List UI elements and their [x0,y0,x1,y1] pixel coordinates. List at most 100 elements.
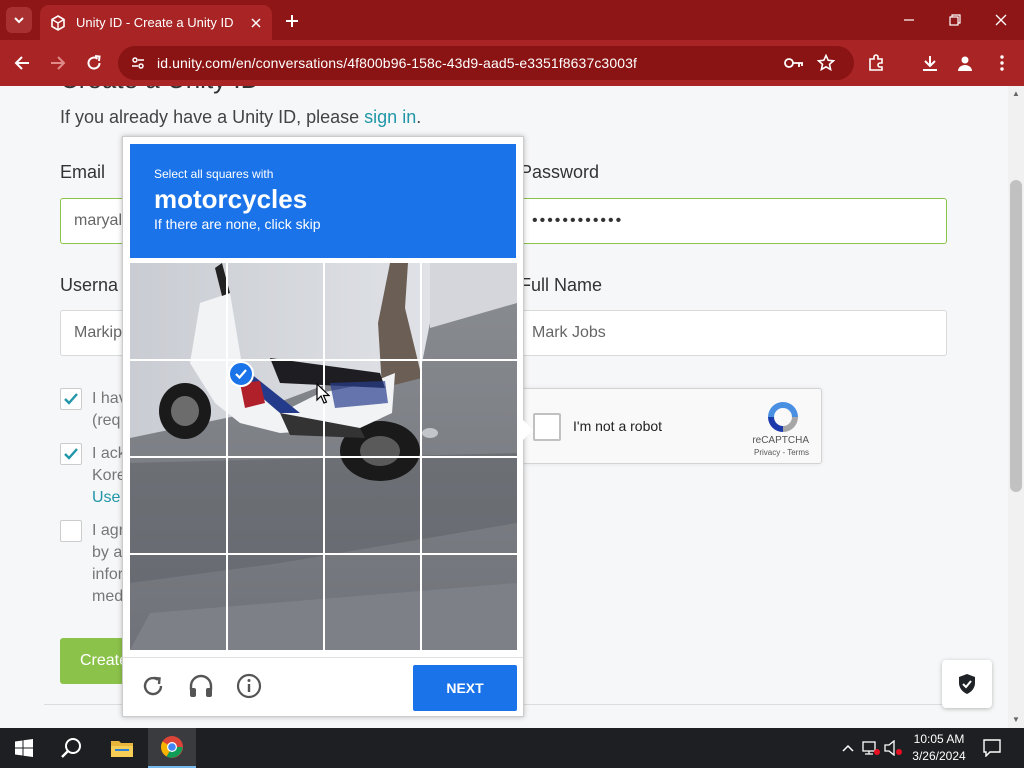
audio-challenge-icon[interactable] [186,671,216,701]
restore-button[interactable] [932,0,978,40]
captcha-tile-4[interactable] [421,263,517,359]
captcha-tile-3[interactable] [324,263,420,359]
close-tab-icon[interactable] [246,13,266,33]
restore-icon [949,14,961,26]
recaptcha-logo-icon [768,402,798,432]
privacy-checkbox[interactable] [60,443,82,465]
captcha-tile-8[interactable] [421,360,517,456]
recaptcha-widget: I'm not a robot reCAPTCHA Privacy - Term… [522,388,822,464]
info-icon[interactable] [234,671,264,701]
captcha-tile-7[interactable] [324,360,420,456]
puzzle-icon [869,54,883,71]
captcha-tile-10[interactable] [227,457,323,553]
arrow-right-icon [51,56,66,70]
captcha-tile-14[interactable] [227,554,323,650]
extensions-button[interactable] [862,49,890,77]
tile-selected-check-icon [228,361,254,387]
recaptcha-privacy-terms[interactable]: Privacy - Terms [754,448,809,457]
system-clock[interactable]: 10:05 AM 3/26/2024 [906,731,972,765]
challenge-skip-hint: If there are none, click skip [154,216,321,232]
windows-logo-icon [15,739,33,757]
more-vertical-icon [1000,55,1004,71]
windows-taskbar: 10:05 AM 3/26/2024 [0,728,1024,768]
chevron-up-icon[interactable] [838,738,858,758]
chrome-taskbar-button[interactable] [148,728,196,768]
fullname-label: Full Name [520,275,603,295]
plus-icon [286,15,298,27]
checkbox3-line3: infor [92,566,124,583]
marketing-checkbox[interactable] [60,520,82,542]
not-robot-label: I'm not a robot [573,418,663,434]
site-info-icon[interactable] [123,49,153,77]
minimize-button[interactable] [886,0,932,40]
mouse-cursor-icon [316,383,330,404]
close-icon [995,14,1007,26]
browser-menu-button[interactable] [988,49,1016,77]
not-robot-checkbox[interactable] [533,413,561,441]
email-label: Email [60,162,106,182]
captcha-challenge-dialog: Select all squares with motorcycles If t… [122,136,533,717]
reload-icon [87,55,101,70]
checkbox3-line4: med [92,588,124,605]
challenge-header: Select all squares with motorcycles If t… [130,144,516,258]
chrome-icon [161,736,183,758]
checkbox2-line1: I ack [92,445,126,462]
checkbox2-text: I ack Kore Use [92,443,126,509]
captcha-tile-12[interactable] [421,457,517,553]
reload-challenge-icon[interactable] [138,671,168,701]
password-field[interactable]: •••••••••••• [518,198,947,244]
address-bar[interactable]: id.unity.com/en/conversations/4f800b96-1… [118,46,854,80]
file-explorer-button[interactable] [98,728,146,768]
captcha-tile-5[interactable] [130,360,226,456]
checkbox2-link[interactable]: Use [92,487,126,509]
challenge-footer: NEXT [123,657,523,717]
search-icon [61,738,81,758]
profile-button[interactable] [951,49,979,77]
captcha-tile-16[interactable] [421,554,517,650]
security-shield-button[interactable] [942,660,992,708]
recaptcha-brand: reCAPTCHA [752,435,809,446]
key-icon[interactable] [780,49,808,77]
network-icon[interactable] [861,738,881,758]
captcha-tile-2[interactable] [227,263,323,359]
browser-tab[interactable]: Unity ID - Create a Unity ID [40,5,272,40]
challenge-pointer [523,420,533,440]
terms-checkbox[interactable] [60,388,82,410]
captcha-tile-15[interactable] [324,554,420,650]
signin-prompt: If you already have a Unity ID, please s… [60,107,421,128]
url-text: id.unity.com/en/conversations/4f800b96-1… [157,55,637,71]
scroll-down-arrow-icon[interactable]: ▼ [1008,712,1024,726]
sign-in-link[interactable]: sign in [364,107,416,127]
captcha-tile-13[interactable] [130,554,226,650]
volume-icon[interactable] [884,738,904,758]
challenge-target: motorcycles [154,184,308,214]
clock-time: 10:05 AM [913,732,965,746]
notifications-icon[interactable] [982,738,1002,758]
scroll-up-arrow-icon[interactable]: ▲ [1008,86,1024,100]
reload-button[interactable] [80,49,108,77]
star-icon[interactable] [812,49,840,77]
checkbox3-line1: I agr [92,522,125,539]
captcha-tile-1[interactable] [130,263,226,359]
back-button[interactable] [8,49,36,77]
captcha-tile-11[interactable] [324,457,420,553]
fullname-field[interactable]: Mark Jobs [518,310,947,356]
search-button[interactable] [48,728,96,768]
forward-button[interactable] [44,49,72,77]
password-label: Password [520,162,600,182]
checkbox3-line2: by a [92,544,123,561]
minimize-icon [904,19,914,21]
close-window-button[interactable] [978,0,1024,40]
downloads-button[interactable] [916,49,944,77]
captcha-tile-9[interactable] [130,457,226,553]
scrollbar-thumb[interactable] [1010,180,1022,492]
arrow-left-icon [14,56,29,70]
tab-search-button[interactable] [6,7,32,33]
download-icon [923,56,937,71]
folder-icon [111,741,133,757]
new-tab-button[interactable] [280,9,304,33]
start-button[interactable] [0,728,48,768]
next-button[interactable]: NEXT [413,665,517,711]
username-label: Userna [60,275,119,295]
browser-toolbar: id.unity.com/en/conversations/4f800b96-1… [0,40,1024,86]
